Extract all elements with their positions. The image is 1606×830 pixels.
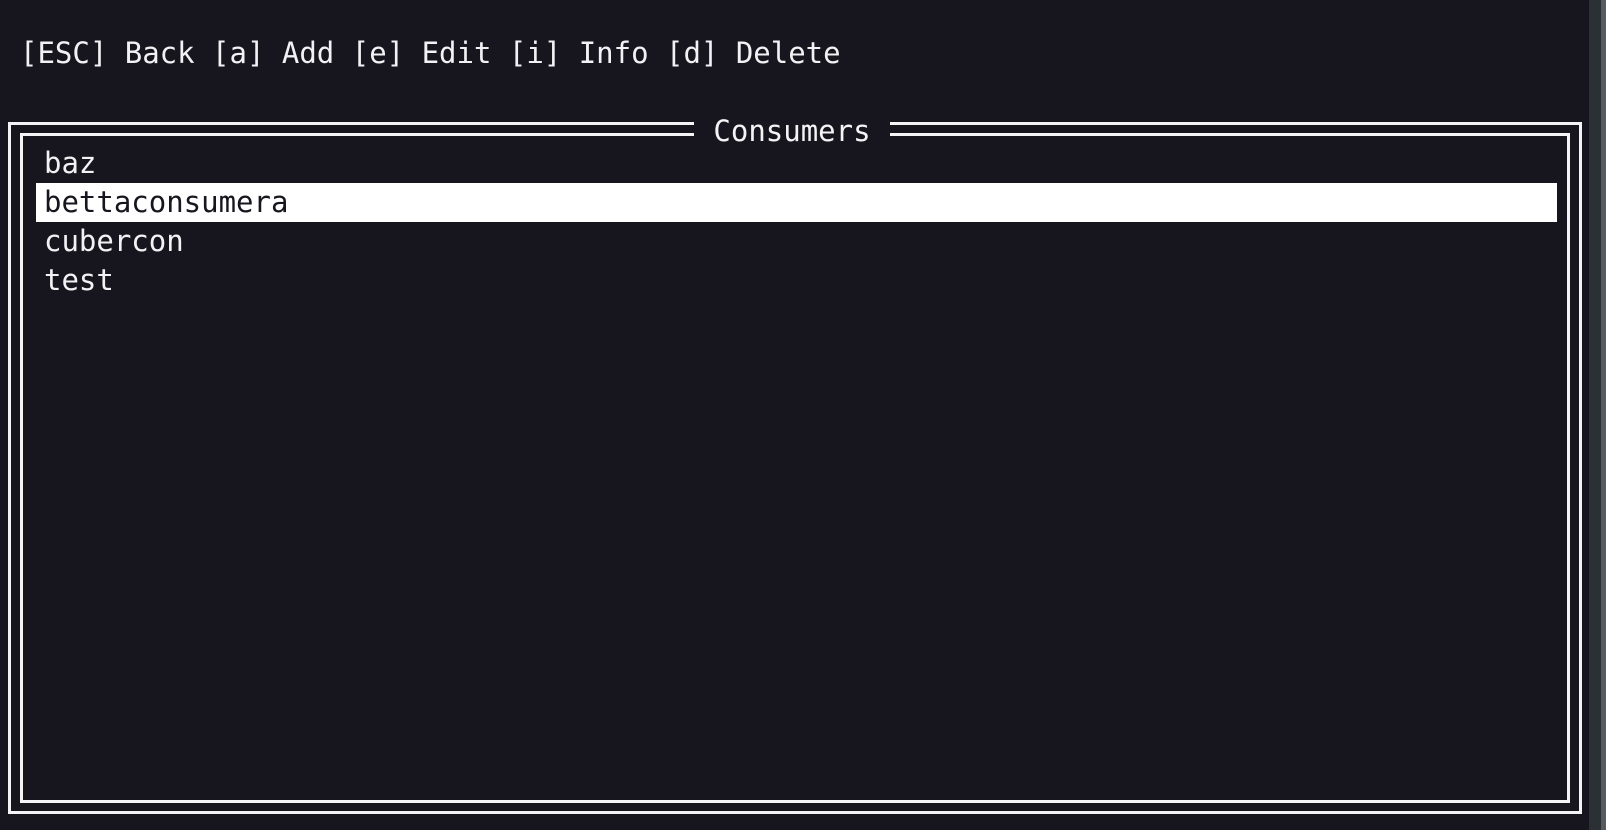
keybinding-bar-text: [ESC] Back [a] Add [e] Edit [i] Info [d]… <box>20 36 841 70</box>
list-item[interactable]: cubercon <box>36 222 1557 261</box>
panel-title: Consumers <box>713 114 871 148</box>
consumers-panel: Consumers baz bettaconsumera cubercon test <box>8 116 1582 814</box>
list-item[interactable]: bettaconsumera <box>36 183 1557 222</box>
keybinding-bar: [ESC] Back [a] Add [e] Edit [i] Info [d]… <box>20 33 841 73</box>
panel-border-outer-bottom <box>8 811 1582 814</box>
panel-border-inner-left <box>20 133 23 803</box>
panel-border-inner-bottom <box>20 800 1570 803</box>
scrollbar-edge[interactable] <box>1601 0 1606 830</box>
panel-border-outer-left <box>8 122 11 814</box>
list-item[interactable]: test <box>36 261 1557 300</box>
terminal-screen: [ESC] Back [a] Add [e] Edit [i] Info [d]… <box>0 0 1606 830</box>
list-item[interactable]: baz <box>36 144 1557 183</box>
scrollbar-track[interactable] <box>1589 0 1606 830</box>
panel-border-outer-right <box>1579 122 1582 814</box>
consumer-list[interactable]: baz bettaconsumera cubercon test <box>36 144 1557 794</box>
panel-border-inner-right <box>1567 133 1570 803</box>
